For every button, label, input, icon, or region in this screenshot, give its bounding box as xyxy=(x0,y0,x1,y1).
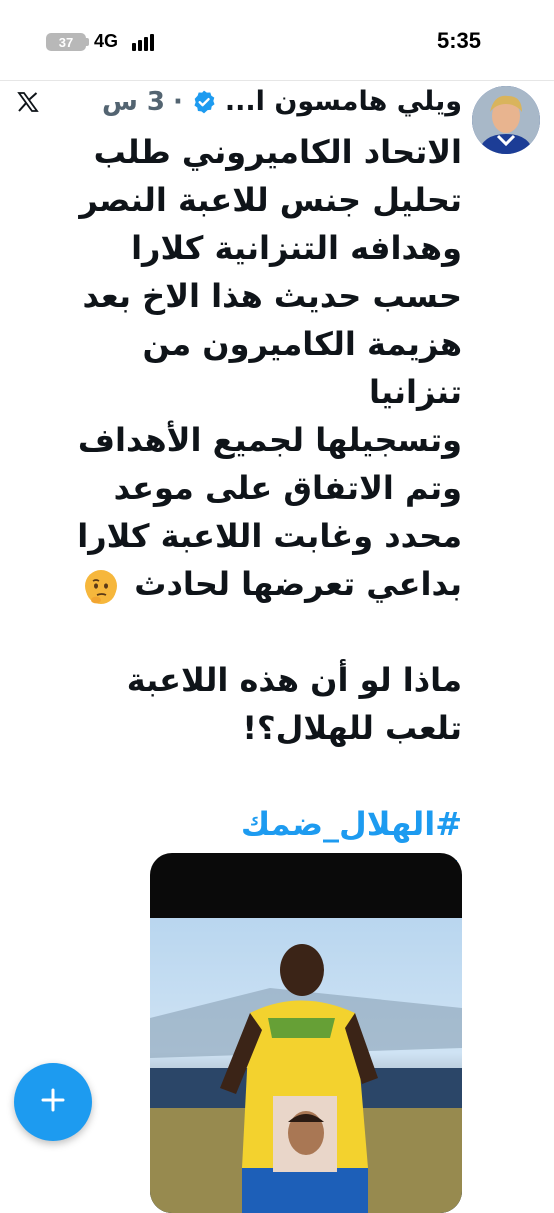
tweet-time: 3 س xyxy=(101,86,165,117)
tweet-text: الاتحاد الكاميروني طلب تحليل جنس للاعبة … xyxy=(62,128,462,896)
clock: 5:35 xyxy=(436,28,481,53)
tweet-line: وتم الاتفاق على موعد xyxy=(113,469,462,507)
x-logo-icon xyxy=(16,90,40,114)
tweet-question-line: تلعب للهلال؟! xyxy=(242,709,462,747)
tweet-line: وتسجيلها لجميع الأهداف xyxy=(77,421,462,459)
tweet-line: الاتحاد الكاميروني طلب xyxy=(93,133,462,171)
tweet-line: تحليل جنس للاعبة النصر xyxy=(79,181,462,219)
hashtag-link[interactable]: #الهلال_ضمك xyxy=(62,800,462,848)
plus-icon xyxy=(40,1087,66,1117)
battery-tip xyxy=(86,38,89,46)
tweet-line: هزيمة الكاميرون من تنزانيا xyxy=(142,325,462,411)
status-bar: 37 4G 5:35 xyxy=(0,0,554,78)
tweet-author-row: ويلي هامسون ا... · 3 س xyxy=(102,86,462,117)
thinking-face-emoji xyxy=(85,570,118,604)
author-name[interactable]: ويلي هامسون ا... xyxy=(225,86,462,117)
tweet-line: حسب حديث هذا الاخ بعد xyxy=(82,277,462,315)
battery-icon: 37 xyxy=(46,33,86,51)
signal-icon xyxy=(132,33,160,51)
divider xyxy=(0,80,554,81)
tweet-photo xyxy=(150,918,462,1213)
tweet-media[interactable] xyxy=(150,853,462,1213)
tweet-question-line: ماذا لو أن هذه اللاعبة xyxy=(126,661,462,699)
verified-badge-icon xyxy=(191,89,217,115)
tweet-line-with-emoji: بداعي تعرضها لحادث xyxy=(62,560,462,608)
tweet-line: محدد وغابت اللاعبة كلارا xyxy=(77,517,462,555)
avatar[interactable] xyxy=(472,86,540,154)
network-type: 4G xyxy=(94,31,119,51)
tweet-line: وهدافه التنزانية كلارا xyxy=(131,229,462,267)
battery-level: 37 xyxy=(58,34,74,50)
tweet-separator: · xyxy=(173,86,183,117)
compose-button[interactable] xyxy=(14,1063,92,1141)
tweet-line: بداعي تعرضها لحادث xyxy=(134,565,462,603)
